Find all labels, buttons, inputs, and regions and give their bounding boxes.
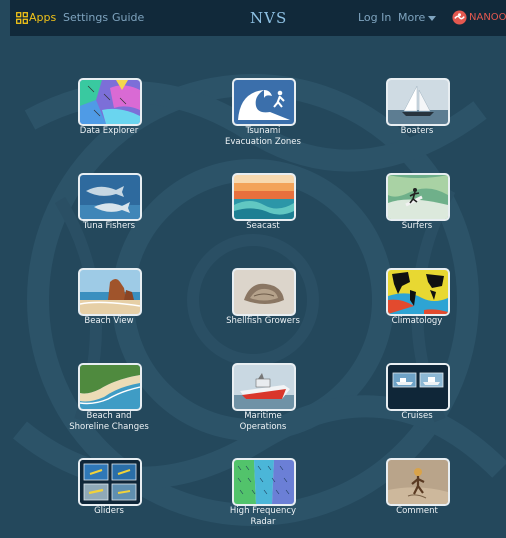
app-label: Boaters xyxy=(400,126,434,136)
org-label: NANOO xyxy=(469,12,506,23)
nanoos-link[interactable]: NANOO xyxy=(452,0,506,36)
more-label: More xyxy=(398,11,426,24)
gliders-thumbnail xyxy=(78,458,142,506)
more-menu[interactable]: More xyxy=(398,0,437,36)
comment-thumbnail xyxy=(386,458,450,506)
login-link[interactable]: Log In xyxy=(358,0,391,36)
world-map-icon xyxy=(388,270,448,314)
comment-icon xyxy=(388,460,448,504)
app-tile-gliders[interactable]: Gliders xyxy=(34,458,184,538)
app-tile-tsunami[interactable]: Tsunami Evacuation Zones xyxy=(188,78,338,158)
surfer-icon xyxy=(388,175,448,219)
app-tile-comment[interactable]: Comment xyxy=(342,458,492,538)
hf-radar-icon xyxy=(234,460,294,504)
maritime-operations-thumbnail xyxy=(232,363,296,411)
hf-radar-thumbnail xyxy=(232,458,296,506)
sunset-wave-icon xyxy=(234,175,294,219)
shellfish-growers-thumbnail xyxy=(232,268,296,316)
top-nav-bar: Apps Settings Guide NVS Log In More NANO… xyxy=(10,0,506,36)
brand-title[interactable]: NVS xyxy=(250,0,287,36)
seacast-thumbnail xyxy=(232,173,296,221)
tuna-icon xyxy=(80,175,140,219)
oyster-icon xyxy=(234,270,294,314)
sailboat-icon xyxy=(388,80,448,124)
app-label: High Frequency Radar xyxy=(229,506,297,527)
apps-label: Apps xyxy=(29,11,57,24)
beach-shoreline-thumbnail xyxy=(78,363,142,411)
app-label: Shellfish Growers xyxy=(226,316,300,326)
beach-rock-icon xyxy=(80,270,140,314)
app-label: Seacast xyxy=(246,221,280,231)
boaters-thumbnail xyxy=(386,78,450,126)
app-tile-hf-radar[interactable]: High Frequency Radar xyxy=(188,458,338,538)
app-label: Tuna Fishers xyxy=(82,221,136,231)
app-label: Gliders xyxy=(94,506,124,516)
app-tile-beach-shoreline[interactable]: Beach and Shoreline Changes xyxy=(34,363,184,443)
apps-grid-icon xyxy=(16,12,28,24)
climatology-thumbnail xyxy=(386,268,450,316)
shoreline-icon xyxy=(80,365,140,409)
tuna-fishers-thumbnail xyxy=(78,173,142,221)
tsunami-icon xyxy=(234,80,294,124)
app-tile-surfers[interactable]: Surfers xyxy=(342,173,492,253)
nanoos-logo-icon xyxy=(452,10,467,25)
glider-icon xyxy=(80,460,140,504)
rescue-boat-icon xyxy=(234,365,294,409)
settings-link[interactable]: Settings xyxy=(63,0,108,36)
app-tile-beach-view[interactable]: Beach View xyxy=(34,268,184,348)
guide-link[interactable]: Guide xyxy=(112,0,144,36)
tsunami-thumbnail xyxy=(232,78,296,126)
surfers-thumbnail xyxy=(386,173,450,221)
research-ship-icon xyxy=(388,365,448,409)
app-label: Beach View xyxy=(84,316,134,326)
app-tile-shellfish-growers[interactable]: Shellfish Growers xyxy=(188,268,338,348)
app-label: Surfers xyxy=(401,221,433,231)
data-explorer-thumbnail xyxy=(78,78,142,126)
app-tile-seacast[interactable]: Seacast xyxy=(188,173,338,253)
app-tile-data-explorer[interactable]: Data Explorer xyxy=(34,78,184,158)
app-label: Beach and Shoreline Changes xyxy=(69,411,149,432)
caret-down-icon xyxy=(428,15,437,21)
app-tile-boaters[interactable]: Boaters xyxy=(342,78,492,158)
app-tile-maritime-operations[interactable]: Maritime Operations xyxy=(188,363,338,443)
app-tile-cruises[interactable]: Cruises xyxy=(342,363,492,443)
app-label: Maritime Operations xyxy=(239,411,287,432)
app-label: Cruises xyxy=(401,411,433,421)
app-label: Tsunami Evacuation Zones xyxy=(225,126,301,147)
data-explorer-icon xyxy=(80,80,140,124)
app-tile-tuna-fishers[interactable]: Tuna Fishers xyxy=(34,173,184,253)
app-label: Comment xyxy=(396,506,438,516)
app-label: Data Explorer xyxy=(79,126,139,136)
app-label: Climatology xyxy=(391,316,443,326)
cruises-thumbnail xyxy=(386,363,450,411)
beach-view-thumbnail xyxy=(78,268,142,316)
app-tile-climatology[interactable]: Climatology xyxy=(342,268,492,348)
apps-menu[interactable]: Apps xyxy=(13,0,56,36)
